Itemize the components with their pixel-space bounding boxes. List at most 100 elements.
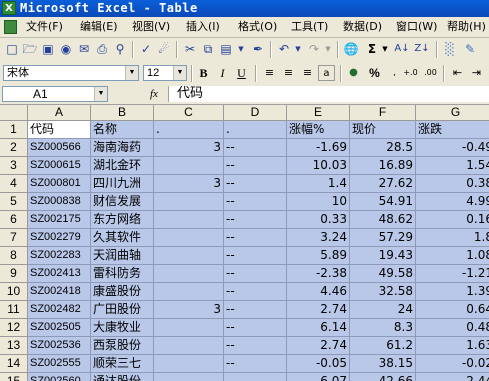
- cell-c1[interactable]: .: [154, 121, 224, 139]
- menu-help[interactable]: 帮助(H): [447, 19, 486, 35]
- chevron-down-icon[interactable]: ▼: [125, 66, 138, 80]
- print-preview-icon[interactable]: ⚲: [112, 41, 128, 57]
- format-painter-icon[interactable]: ✒: [250, 41, 266, 57]
- cell-g12[interactable]: 0.48: [416, 319, 489, 337]
- cell-f4[interactable]: 27.62: [350, 175, 416, 193]
- cell-c11[interactable]: 3: [154, 301, 224, 319]
- column-header-f[interactable]: F: [350, 105, 416, 121]
- cell-a7[interactable]: SZ002279: [28, 229, 91, 247]
- column-header-e[interactable]: E: [287, 105, 350, 121]
- cell-e15[interactable]: 6.07: [287, 373, 350, 381]
- cell-g14[interactable]: -0.02: [416, 355, 489, 373]
- font-name-select[interactable]: 宋体 ▼: [3, 65, 139, 81]
- cell-c8[interactable]: [154, 247, 224, 265]
- cell-a15[interactable]: SZ002560: [28, 373, 91, 381]
- cell-g11[interactable]: 0.64: [416, 301, 489, 319]
- cell-e5[interactable]: 10: [287, 193, 350, 211]
- cell-c4[interactable]: 3: [154, 175, 224, 193]
- cell-a13[interactable]: SZ002536: [28, 337, 91, 355]
- research-icon[interactable]: ☄: [156, 41, 172, 57]
- cell-a6[interactable]: SZ002175: [28, 211, 91, 229]
- row-header[interactable]: 1: [0, 121, 28, 139]
- select-all-corner[interactable]: [0, 105, 28, 121]
- cell-b7[interactable]: 久其软件: [91, 229, 154, 247]
- increase-decimal-icon[interactable]: +.0: [402, 65, 419, 81]
- row-header[interactable]: 9: [0, 265, 28, 283]
- cell-b5[interactable]: 财信发展: [91, 193, 154, 211]
- italic-button[interactable]: I: [214, 65, 231, 81]
- cell-c14[interactable]: [154, 355, 224, 373]
- bold-button[interactable]: B: [195, 65, 212, 81]
- cell-g7[interactable]: 1.8: [416, 229, 489, 247]
- spelling-icon[interactable]: ✓: [138, 41, 154, 57]
- cell-f7[interactable]: 57.29: [350, 229, 416, 247]
- currency-icon[interactable]: ●: [345, 65, 362, 81]
- cell-f1[interactable]: 现价: [350, 121, 416, 139]
- excel-app-icon[interactable]: X: [2, 1, 16, 15]
- row-header[interactable]: 14: [0, 355, 28, 373]
- cell-d7[interactable]: --: [224, 229, 287, 247]
- row-header[interactable]: 3: [0, 157, 28, 175]
- row-header[interactable]: 4: [0, 175, 28, 193]
- new-icon[interactable]: □: [4, 41, 20, 57]
- cell-g1[interactable]: 涨跌: [416, 121, 489, 139]
- cell-f3[interactable]: 16.89: [350, 157, 416, 175]
- cell-b11[interactable]: 广田股份: [91, 301, 154, 319]
- row-header[interactable]: 2: [0, 139, 28, 157]
- cell-c5[interactable]: [154, 193, 224, 211]
- cell-e4[interactable]: 1.4: [287, 175, 350, 193]
- cell-b8[interactable]: 天润曲轴: [91, 247, 154, 265]
- merge-center-icon[interactable]: a: [318, 65, 335, 81]
- cell-b9[interactable]: 雷科防务: [91, 265, 154, 283]
- cell-b14[interactable]: 顺荣三七: [91, 355, 154, 373]
- cell-e6[interactable]: 0.33: [287, 211, 350, 229]
- cell-f11[interactable]: 24: [350, 301, 416, 319]
- cell-b10[interactable]: 康盛股份: [91, 283, 154, 301]
- menu-format[interactable]: 格式(O): [238, 19, 277, 35]
- increase-indent-icon[interactable]: ⇥: [468, 65, 485, 81]
- menu-window[interactable]: 窗口(W): [396, 19, 437, 35]
- column-header-b[interactable]: B: [91, 105, 154, 121]
- row-header[interactable]: 10: [0, 283, 28, 301]
- cell-a9[interactable]: SZ002413: [28, 265, 91, 283]
- row-header[interactable]: 11: [0, 301, 28, 319]
- cell-b12[interactable]: 大康牧业: [91, 319, 154, 337]
- percent-style-button[interactable]: %: [366, 65, 383, 81]
- cell-e10[interactable]: 4.46: [287, 283, 350, 301]
- menu-view[interactable]: 视图(V): [132, 19, 170, 35]
- menu-tools[interactable]: 工具(T): [291, 19, 328, 35]
- cell-d2[interactable]: --: [224, 139, 287, 157]
- undo-icon[interactable]: ↶: [276, 41, 292, 57]
- autosum-icon[interactable]: Σ: [364, 41, 380, 57]
- cell-a1[interactable]: 代码: [28, 121, 91, 139]
- cell-c7[interactable]: [154, 229, 224, 247]
- underline-button[interactable]: U: [233, 65, 250, 81]
- cell-b15[interactable]: 通达股份: [91, 373, 154, 381]
- cell-g6[interactable]: 0.16: [416, 211, 489, 229]
- cell-b13[interactable]: 西泵股份: [91, 337, 154, 355]
- cell-c6[interactable]: [154, 211, 224, 229]
- align-right-icon[interactable]: ≡: [299, 65, 316, 81]
- sort-descending-icon[interactable]: Z↓: [414, 41, 430, 57]
- cell-e14[interactable]: -0.05: [287, 355, 350, 373]
- cell-f8[interactable]: 19.43: [350, 247, 416, 265]
- align-center-icon[interactable]: ≡: [280, 65, 297, 81]
- cell-d11[interactable]: --: [224, 301, 287, 319]
- menu-data[interactable]: 数据(D): [343, 19, 382, 35]
- drawing-icon[interactable]: ✎: [462, 41, 478, 57]
- cell-c3[interactable]: [154, 157, 224, 175]
- row-header[interactable]: 7: [0, 229, 28, 247]
- print-icon[interactable]: ⎙: [94, 41, 110, 57]
- cell-c2[interactable]: 3: [154, 139, 224, 157]
- cell-c9[interactable]: [154, 265, 224, 283]
- cell-f12[interactable]: 8.3: [350, 319, 416, 337]
- align-left-icon[interactable]: ≡: [261, 65, 278, 81]
- cell-g13[interactable]: 1.63: [416, 337, 489, 355]
- cell-f14[interactable]: 38.15: [350, 355, 416, 373]
- row-header[interactable]: 15: [0, 373, 28, 381]
- formula-input[interactable]: 代码: [168, 86, 489, 102]
- open-icon[interactable]: 🗁: [22, 41, 38, 57]
- cell-g9[interactable]: -1.21: [416, 265, 489, 283]
- cell-d9[interactable]: --: [224, 265, 287, 283]
- copy-icon[interactable]: ⧉: [200, 41, 216, 57]
